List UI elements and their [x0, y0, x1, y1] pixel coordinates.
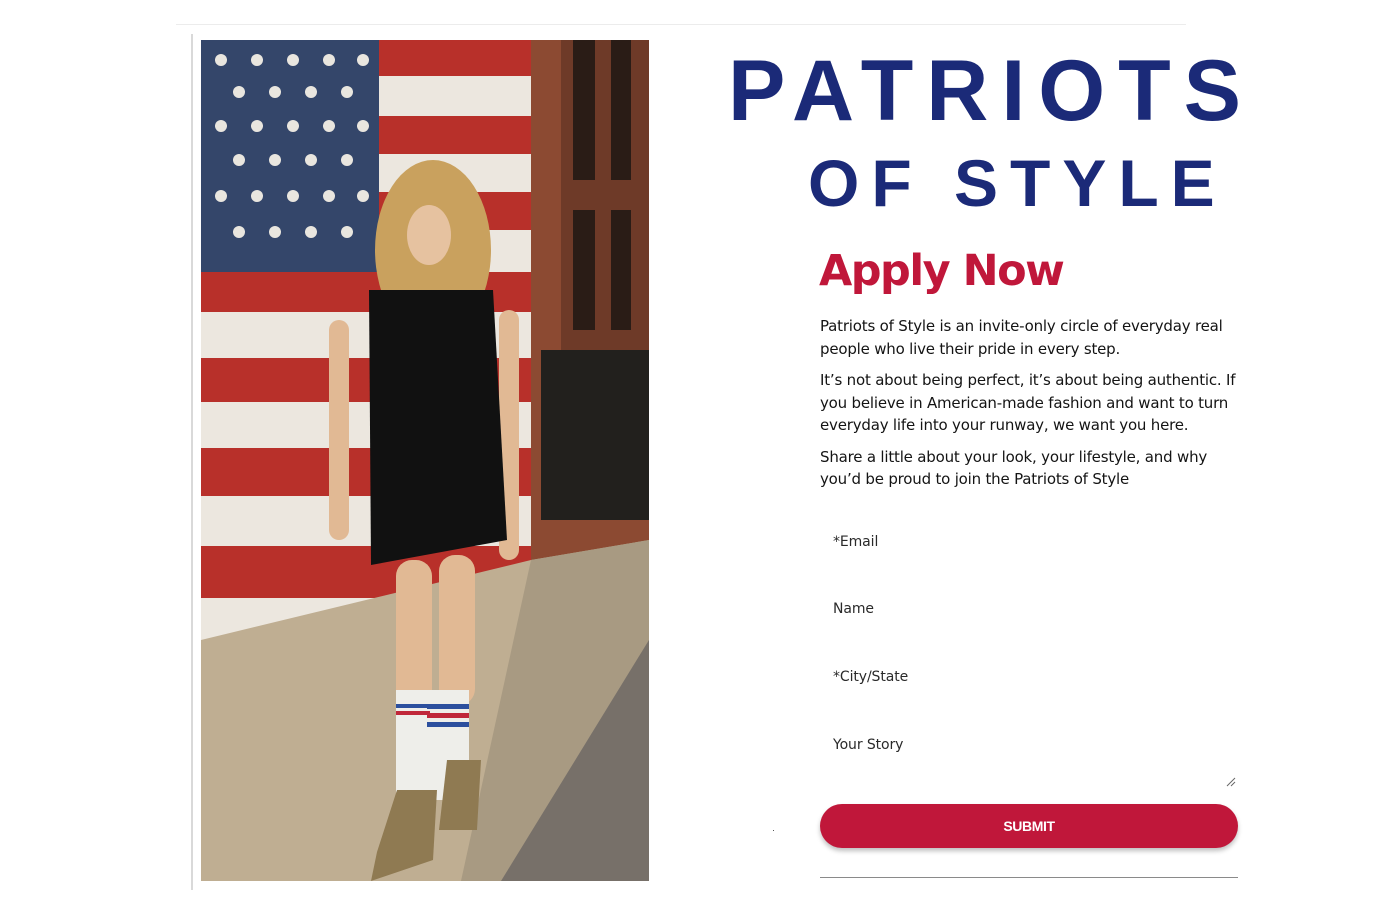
intro-text: Patriots of Style is an invite-only circ… [820, 315, 1245, 500]
brand-title-line1: PATRIOTS [728, 43, 1255, 139]
city-state-field[interactable]: *City/State [820, 661, 1238, 707]
apply-title: Apply Now [819, 246, 1065, 296]
email-label: *Email [833, 534, 879, 550]
top-divider [176, 24, 1186, 25]
submit-button[interactable]: SUBMIT [820, 804, 1238, 848]
name-field[interactable]: Name [820, 593, 1238, 639]
brand-title-line2: OF STYLE [808, 146, 1227, 220]
resize-grip-icon[interactable] [1226, 777, 1236, 787]
intro-paragraph: Share a little about your look, your lif… [820, 447, 1208, 489]
story-textarea[interactable]: Your Story [820, 729, 1238, 789]
story-label: Your Story [833, 737, 904, 753]
hero-photo [201, 40, 649, 881]
city-state-label: *City/State [833, 669, 909, 685]
intro-paragraph: Patriots of Style is an invite-only circ… [820, 317, 1223, 358]
email-field[interactable]: *Email [820, 526, 1238, 572]
bottom-divider [820, 877, 1238, 878]
intro-paragraph: It’s not about being perfect, it’s about… [820, 371, 1236, 434]
left-divider [191, 34, 193, 890]
dot-mark [773, 830, 774, 831]
name-label: Name [833, 601, 874, 617]
